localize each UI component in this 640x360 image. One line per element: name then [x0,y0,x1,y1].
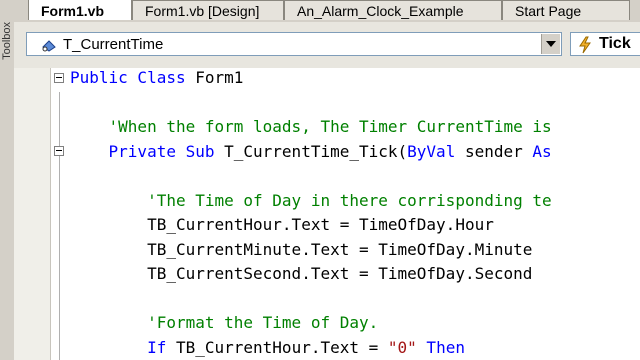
code-comment: 'The Time of Day in there corrisponding … [147,190,552,210]
lightning-icon [579,36,591,54]
class-object-value: T_CurrentTime [63,36,164,53]
code-text: TB_CurrentHour.Text = TimeOfDay.Hour [147,215,494,234]
method-event-value: Tick [599,35,631,52]
code-text: TB_CurrentMinute.Text = TimeOfDay.Minute [147,239,533,259]
tab-form1-code[interactable]: Form1.vb [28,0,132,20]
code-line[interactable]: TB_CurrentHour.Text = TimeOfDay.Hour [70,215,494,235]
collapse-class-icon[interactable] [54,73,64,83]
code-text: TB_CurrentSecond.Text = TimeOfDay.Second [147,264,533,283]
code-line[interactable]: 'Format the Time of Day. [70,313,378,333]
code-keyword: Public Class [70,68,196,87]
code-keyword: If [147,337,176,357]
code-comment: 'When the form loads, The Timer CurrentT… [108,117,552,136]
code-comment: 'Format the Time of Day. [147,313,379,332]
chevron-down-icon[interactable] [541,34,560,54]
code-text: Form1 [195,68,244,87]
outline-line [59,92,60,360]
tab-start-page[interactable]: Start Page [502,0,630,20]
class-object-dropdown[interactable]: T_CurrentTime [26,32,562,56]
code-line[interactable]: Private Sub T_CurrentTime_Tick(ByVal sen… [70,142,552,162]
toolbox-side-strip[interactable]: Toolbox [0,22,15,360]
code-line[interactable]: 'The Time of Day in there corrisponding … [70,191,552,211]
code-navigation-bar: T_CurrentTime Tick [14,22,640,69]
code-keyword: As [532,141,552,161]
code-keyword: Private Sub [108,141,225,161]
code-text: TB_CurrentHour.Text = [175,337,388,357]
code-line[interactable]: TB_CurrentMinute.Text = TimeOfDay.Minute [70,240,532,260]
collapse-sub-icon[interactable] [54,146,64,156]
toolbox-label: Toolbox [1,22,13,60]
method-event-dropdown[interactable]: Tick [570,32,640,56]
code-keyword: ByVal [407,141,456,161]
code-string: "0" [387,337,417,357]
document-tab-strip: Form1.vb Form1.vb [Design] An_Alarm_Cloc… [0,0,640,22]
tab-project[interactable]: An_Alarm_Clock_Example [284,0,502,20]
code-line[interactable]: Public Class Form1 [70,68,243,88]
code-line[interactable]: 'When the form loads, The Timer CurrentT… [70,117,552,137]
component-icon [42,40,56,52]
code-line[interactable]: If TB_CurrentHour.Text = "0" Then [70,338,465,358]
code-text: sender [455,141,533,161]
code-keyword: Then [416,337,465,357]
code-editor[interactable]: Public Class Form1 'When the form loads,… [14,68,640,360]
code-line[interactable]: TB_CurrentSecond.Text = TimeOfDay.Second [70,264,532,284]
code-text: T_CurrentTime_Tick( [224,141,408,161]
tab-form1-design[interactable]: Form1.vb [Design] [132,0,284,20]
editor-gutter [14,68,51,360]
